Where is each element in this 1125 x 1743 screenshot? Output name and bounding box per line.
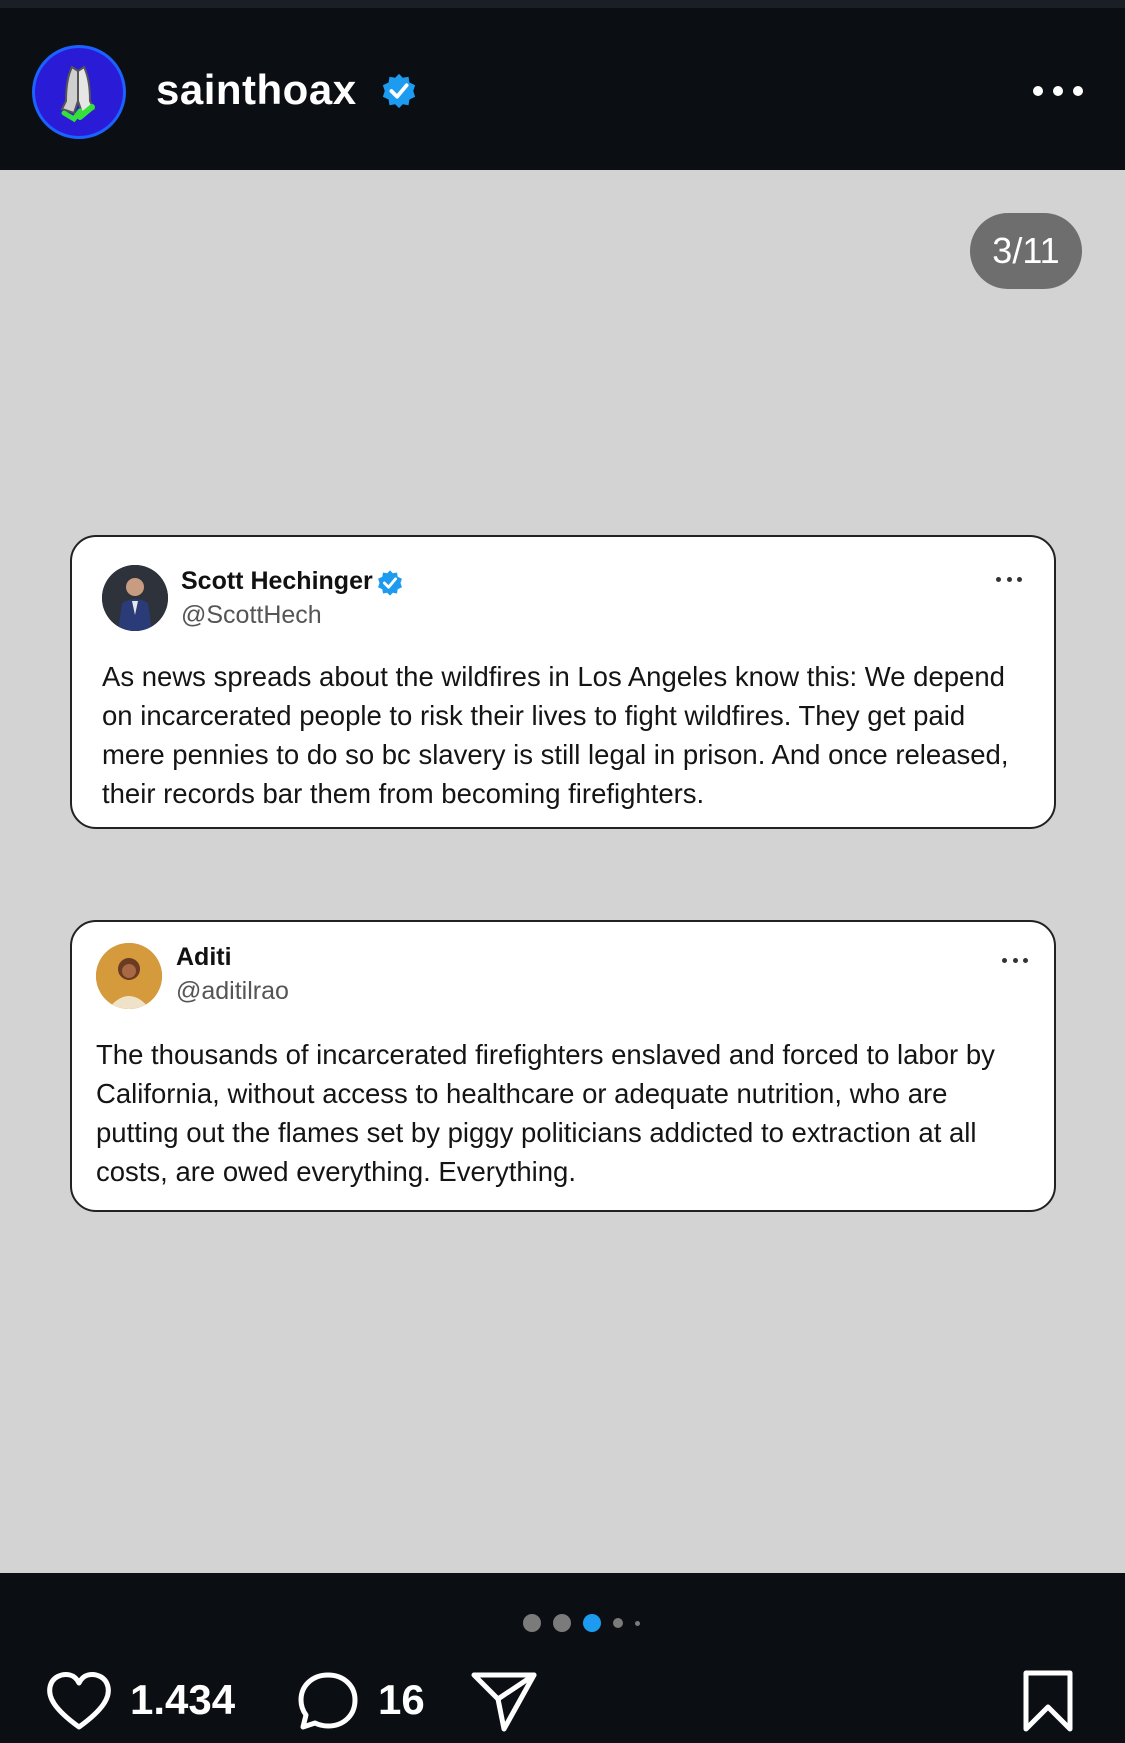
- more-dot: [1073, 86, 1083, 96]
- tweet-author-name: Aditi: [176, 943, 232, 971]
- tweet-card: Scott Hechinger @ScottHech As news sprea…: [70, 535, 1056, 829]
- carousel-dot: [635, 1620, 640, 1626]
- profile-avatar[interactable]: [32, 45, 126, 139]
- more-dot: [1033, 86, 1043, 96]
- post-header: sainthoax: [0, 8, 1125, 170]
- comment-icon[interactable]: [296, 1669, 360, 1733]
- carousel-counter: 3/11: [970, 213, 1082, 289]
- tweet-author-handle: @ScottHech: [181, 601, 322, 629]
- more-dot: [1053, 86, 1063, 96]
- person-photo-icon: [96, 943, 162, 1009]
- bookmark-icon[interactable]: [1020, 1669, 1076, 1733]
- like-count[interactable]: 1.434: [130, 1676, 235, 1724]
- post-username[interactable]: sainthoax: [156, 66, 357, 114]
- tweet-text: The thousands of incarcerated firefighte…: [96, 1039, 995, 1187]
- tweet-more-icon: [1002, 958, 1028, 964]
- comment-count[interactable]: 16: [378, 1676, 425, 1724]
- carousel-dot: [553, 1614, 571, 1632]
- post-image[interactable]: 3/11 Scott Hechinger @ScottHech As news …: [0, 170, 1125, 1573]
- tweet-author-name: Scott Hechinger: [181, 567, 373, 595]
- more-options-icon[interactable]: [1033, 84, 1083, 98]
- top-divider: [0, 0, 1125, 8]
- carousel-dot: [523, 1614, 541, 1632]
- verified-badge-icon: [382, 73, 416, 109]
- carousel-dot-active: [583, 1614, 601, 1632]
- carousel-indicator: [523, 1613, 640, 1633]
- heart-icon[interactable]: [44, 1669, 114, 1733]
- action-bar: 1.434 16: [0, 1573, 1125, 1743]
- tweet-avatar: [96, 943, 162, 1009]
- person-photo-icon: [102, 565, 168, 631]
- praying-hands-icon: [60, 65, 96, 123]
- tweet-more-icon: [996, 577, 1022, 583]
- tweet-author-handle: @aditilrao: [176, 977, 289, 1005]
- tweet-avatar: [102, 565, 168, 631]
- send-icon[interactable]: [470, 1669, 538, 1733]
- carousel-dot: [613, 1618, 623, 1628]
- tweet-card: Aditi @aditilrao The thousands of incarc…: [70, 920, 1056, 1212]
- verified-badge-icon: [378, 570, 402, 596]
- tweet-text: As news spreads about the wildfires in L…: [102, 661, 1009, 809]
